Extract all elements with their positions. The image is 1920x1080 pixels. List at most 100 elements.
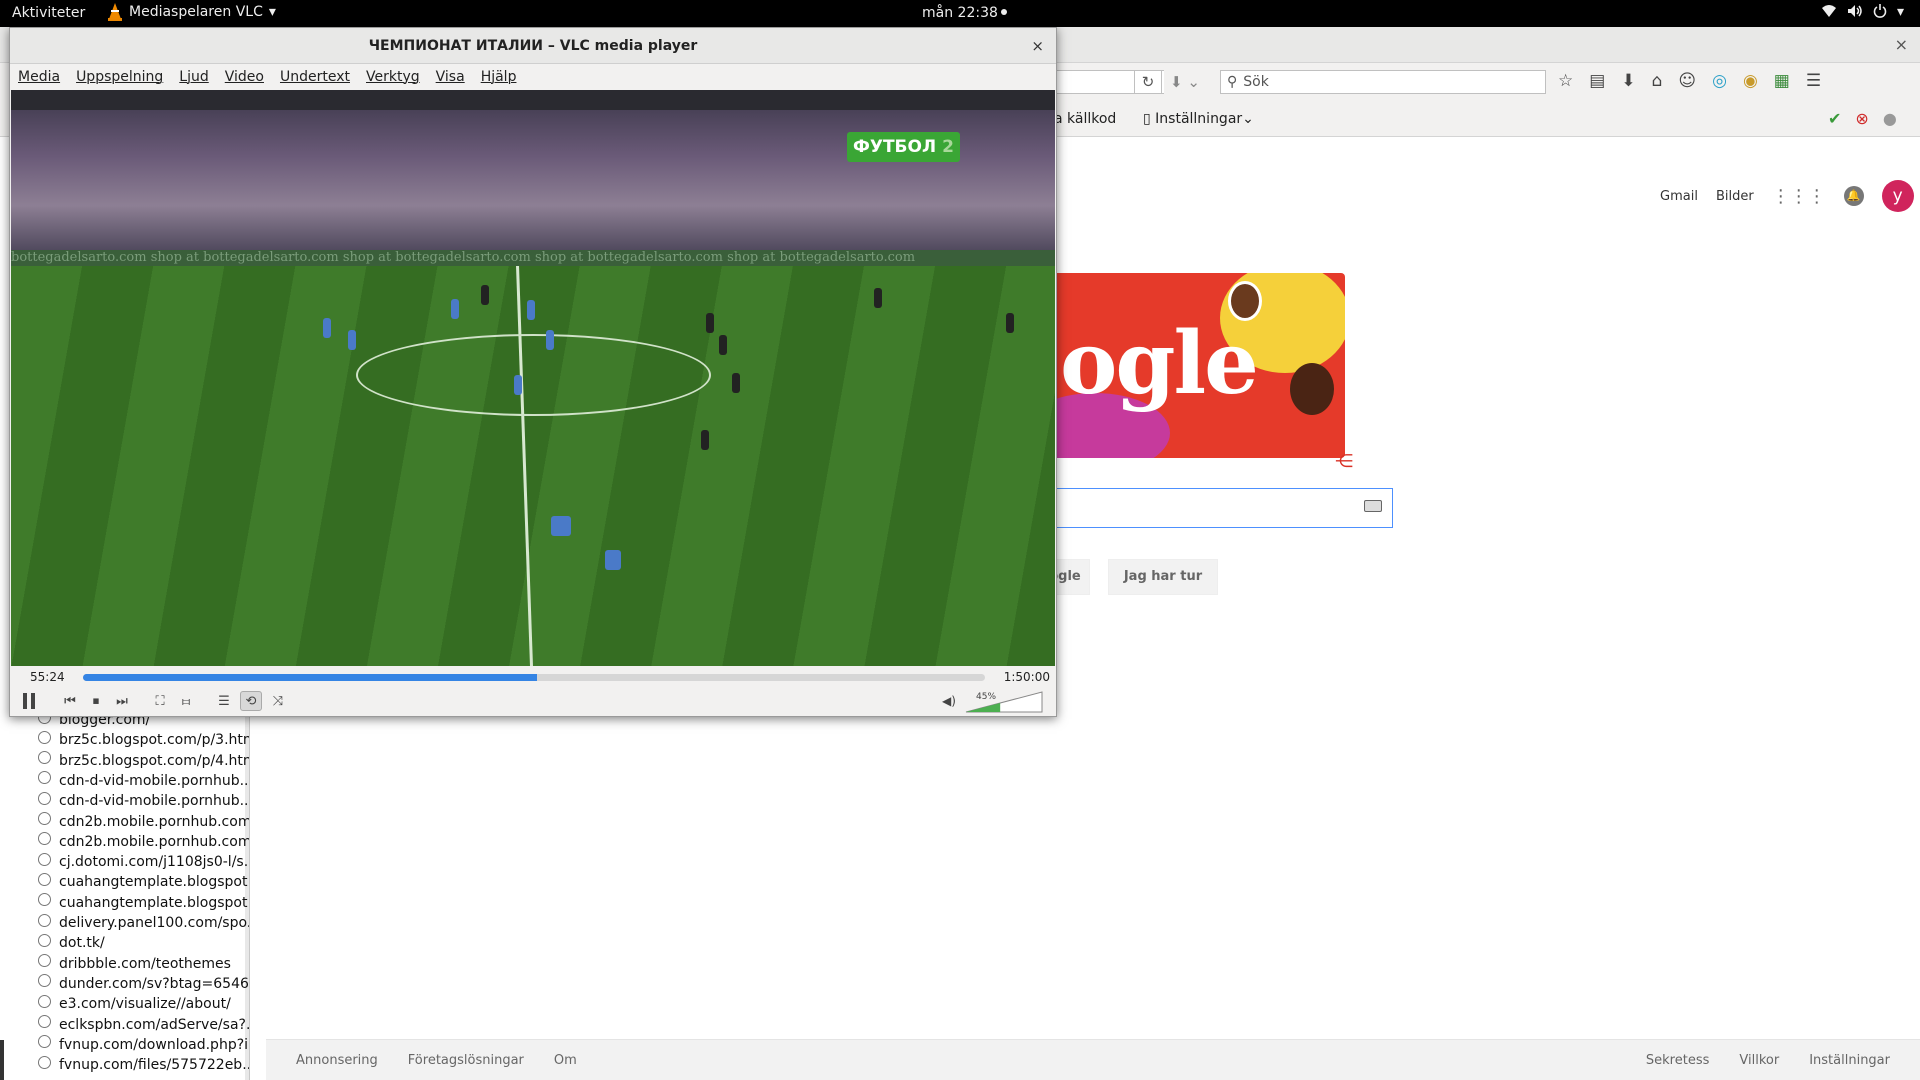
volume-slider[interactable]: 45% bbox=[964, 690, 1044, 714]
pause-button[interactable] bbox=[20, 691, 38, 711]
fullscreen-button[interactable]: ⛶ bbox=[152, 691, 168, 711]
bookmark-star-icon[interactable]: ☆ bbox=[1558, 71, 1573, 91]
google-search-input[interactable] bbox=[1040, 488, 1393, 528]
reading-list-icon[interactable]: ▤ bbox=[1589, 71, 1605, 91]
sync-icon[interactable]: ◎ bbox=[1712, 71, 1727, 91]
vlc-menubar: Media Uppspelning Ljud Video Undertext V… bbox=[10, 64, 1056, 89]
previous-button[interactable]: ⏮ bbox=[62, 691, 78, 711]
app-menu-button[interactable]: Mediaspelaren VLC ▾ bbox=[107, 3, 276, 21]
apps-grid-icon[interactable]: ⋮⋮⋮ bbox=[1772, 186, 1826, 207]
stadium-stands bbox=[11, 90, 1055, 255]
channel-logo-number: 2 bbox=[942, 137, 954, 157]
menu-subtitle[interactable]: Undertext bbox=[280, 69, 350, 85]
notifications-icon[interactable]: 🔔 bbox=[1843, 186, 1864, 206]
globe-icon bbox=[38, 974, 51, 988]
history-item[interactable]: cj.dotomi.com/j1108js0-l/s... bbox=[38, 852, 249, 872]
history-item[interactable]: dot.tk/ bbox=[38, 933, 249, 953]
shuffle-button[interactable]: ⤨ bbox=[270, 691, 286, 711]
avatar[interactable]: y bbox=[1881, 180, 1914, 212]
history-item[interactable]: cuahangtemplate.blogspot.... bbox=[38, 872, 249, 892]
footer-link[interactable]: Annonsering bbox=[296, 1053, 378, 1068]
history-item[interactable]: brz5c.blogspot.com/p/3.html bbox=[38, 730, 249, 750]
history-item[interactable]: fvnup.com/download.php?i... bbox=[38, 1035, 250, 1055]
footer-link[interactable]: Sekretess bbox=[1646, 1053, 1709, 1068]
video-frame[interactable]: bottegadelsarto.com shop at bottegadelsa… bbox=[11, 90, 1055, 666]
keyboard-icon[interactable] bbox=[1364, 500, 1382, 512]
footer-link[interactable]: Företagslösningar bbox=[408, 1053, 524, 1068]
history-item-label: cdn2b.mobile.pornhub.com... bbox=[59, 833, 250, 850]
menu-media[interactable]: Media bbox=[18, 69, 60, 85]
circle-icon[interactable]: ● bbox=[1883, 109, 1897, 128]
share-icon[interactable]: ⋲ bbox=[1335, 451, 1353, 472]
history-item-label: eclkspbn.com/adServe/sa?... bbox=[59, 1016, 250, 1033]
clock[interactable]: mån 22:38 bbox=[922, 5, 1007, 21]
stop-icon[interactable]: ⊗ bbox=[1855, 109, 1868, 128]
total-time: 1:50:00 bbox=[1003, 670, 1050, 684]
activities-button[interactable]: Aktiviteter bbox=[12, 5, 85, 21]
downloads-icon[interactable]: ⬇ bbox=[1621, 71, 1635, 91]
loop-button[interactable]: ⟲ bbox=[240, 691, 262, 711]
footer-link[interactable]: Inställningar bbox=[1809, 1053, 1890, 1068]
playlist-button[interactable]: ☰ bbox=[216, 691, 232, 711]
bookmark-source-code[interactable]: a källkod bbox=[1054, 111, 1116, 127]
footer-link[interactable]: Om bbox=[554, 1053, 577, 1068]
stadium-roof bbox=[11, 90, 1055, 110]
history-item[interactable]: dribbble.com/teothemes bbox=[38, 954, 249, 974]
history-item[interactable]: e3.com/visualize//about/ bbox=[38, 994, 249, 1014]
check-icon[interactable]: ✔ bbox=[1828, 109, 1841, 128]
bookmark-settings[interactable]: ▯ Inställningar⌄ bbox=[1143, 111, 1254, 127]
history-item-label: fvnup.com/download.php?i... bbox=[59, 1036, 250, 1053]
globe-icon bbox=[38, 771, 51, 785]
gmail-link[interactable]: Gmail bbox=[1660, 189, 1698, 204]
reload-icon[interactable]: ↻ bbox=[1134, 70, 1162, 94]
history-item[interactable]: delivery.panel100.com/spo... bbox=[38, 913, 249, 933]
seek-slider[interactable] bbox=[83, 674, 985, 681]
history-item[interactable]: fvnup.com/files/575722eb... bbox=[38, 1055, 250, 1075]
search-input[interactable]: ⚲ Sök bbox=[1220, 70, 1546, 94]
menu-audio[interactable]: Ljud bbox=[179, 69, 208, 85]
next-button[interactable]: ⏭ bbox=[114, 691, 130, 711]
extended-settings-button[interactable]: ⧦ bbox=[178, 691, 194, 711]
chat-icon[interactable]: ☺ bbox=[1678, 71, 1696, 91]
player bbox=[348, 330, 356, 350]
history-item[interactable]: cdn-d-vid-mobile.pornhub.... bbox=[38, 791, 249, 811]
playback-controls: ⏮ ⏹ ⏭ ⛶ ⧦ ☰ ⟲ ⤨ ◀) 45% bbox=[10, 688, 1056, 716]
history-item[interactable]: cdn-d-vid-mobile.pornhub.... bbox=[38, 771, 249, 791]
menu-view[interactable]: Visa bbox=[436, 69, 465, 85]
google-footer: Annonsering Företagslösningar Om Sekrete… bbox=[266, 1039, 1920, 1080]
history-item[interactable]: cuahangtemplate.blogspot.... bbox=[38, 893, 250, 913]
history-item[interactable]: cdn2b.mobile.pornhub.com... bbox=[38, 832, 250, 852]
globe-icon bbox=[38, 1055, 51, 1069]
close-icon[interactable]: × bbox=[1895, 35, 1908, 54]
menu-tools[interactable]: Verktyg bbox=[366, 69, 420, 85]
menu-video[interactable]: Video bbox=[225, 69, 264, 85]
history-item[interactable]: eclkspbn.com/adServe/sa?... bbox=[38, 1015, 250, 1035]
addon-icon[interactable]: ◉ bbox=[1743, 71, 1758, 91]
menu-help[interactable]: Hjälp bbox=[481, 69, 517, 85]
history-item[interactable]: cdn2b.mobile.pornhub.com... bbox=[38, 812, 249, 832]
globe-icon bbox=[38, 791, 51, 805]
menu-icon[interactable]: ☰ bbox=[1806, 71, 1821, 91]
close-icon[interactable]: × bbox=[1031, 28, 1044, 64]
history-item[interactable]: brz5c.blogspot.com/p/4.html bbox=[38, 751, 249, 771]
system-menu[interactable]: ▾ bbox=[1821, 4, 1904, 22]
history-item-label: cuahangtemplate.blogspot.... bbox=[59, 894, 250, 911]
search-placeholder: Sök bbox=[1243, 74, 1269, 90]
stop-button[interactable]: ⏹ bbox=[88, 691, 104, 711]
speaker-icon[interactable]: ◀) bbox=[942, 694, 956, 708]
google-doodle[interactable]: ogle bbox=[1040, 273, 1345, 458]
player bbox=[451, 299, 459, 319]
chevron-down-icon: ▾ bbox=[1896, 4, 1904, 20]
history-item-label: fvnup.com/files/575722eb... bbox=[59, 1057, 250, 1074]
extension-icon[interactable]: ▦ bbox=[1774, 71, 1790, 91]
menu-playback[interactable]: Uppspelning bbox=[76, 69, 163, 85]
player bbox=[1006, 313, 1014, 333]
player bbox=[546, 330, 554, 350]
download-dropdown-icon[interactable]: ⬇ ⌄ bbox=[1170, 73, 1200, 91]
home-icon[interactable]: ⌂ bbox=[1652, 71, 1663, 91]
images-link[interactable]: Bilder bbox=[1716, 189, 1754, 204]
doodle-word: ogle bbox=[1060, 313, 1259, 414]
footer-link[interactable]: Villkor bbox=[1739, 1053, 1779, 1068]
lucky-button[interactable]: Jag har tur bbox=[1108, 559, 1218, 595]
history-item[interactable]: dunder.com/sv?btag=6546... bbox=[38, 974, 249, 994]
